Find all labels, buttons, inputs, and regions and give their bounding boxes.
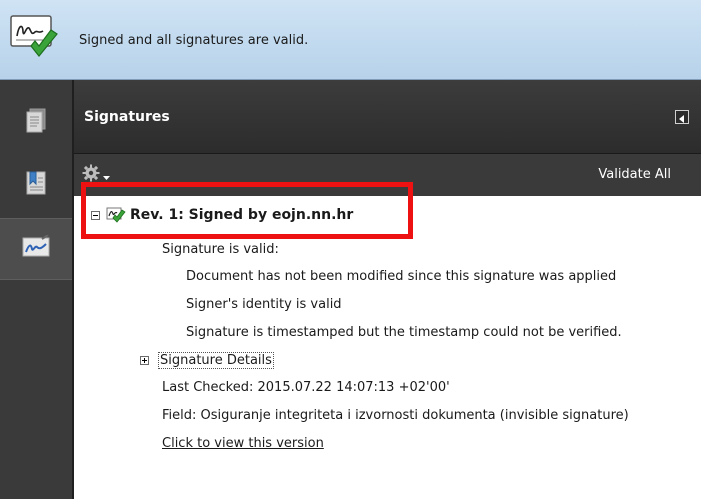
collapse-panel-button[interactable]	[675, 110, 689, 124]
signature-details-label[interactable]: Signature Details	[158, 352, 274, 369]
valid-signature-icon	[106, 206, 126, 224]
signature-pen-icon	[22, 234, 50, 263]
options-menu-button[interactable]	[82, 164, 122, 186]
panel-title: Signatures	[84, 109, 170, 125]
signature-detail-item: Document has not been modified since thi…	[186, 269, 617, 284]
signature-revision-row[interactable]: Rev. 1: Signed by eojn.nn.hr	[91, 205, 353, 225]
signatures-toolbar: Validate All	[74, 154, 701, 196]
validate-all-button[interactable]: Validate All	[598, 167, 671, 182]
signature-detail-item: Signature is timestamped but the timesta…	[186, 325, 622, 340]
signature-status-banner: Signed and all signatures are valid.	[0, 0, 701, 80]
pages-icon	[25, 108, 47, 138]
signature-status: Signature is valid:	[162, 242, 279, 257]
signature-tree: Rev. 1: Signed by eojn.nn.hr Signature i…	[74, 196, 701, 499]
signature-detail-item: Signer's identity is valid	[186, 297, 342, 312]
navigation-pane	[0, 80, 73, 499]
signature-details-row[interactable]: Signature Details	[140, 352, 274, 369]
panel-header: Signatures	[74, 80, 701, 154]
signature-status-message: Signed and all signatures are valid.	[79, 33, 309, 48]
expand-toggle-icon[interactable]	[140, 356, 149, 365]
view-version-link[interactable]: Click to view this version	[162, 436, 324, 451]
bookmarks-icon	[24, 170, 48, 200]
signature-field-text: Field: Osiguranje integriteta i izvornos…	[162, 408, 629, 423]
nav-signatures-button[interactable]	[0, 218, 73, 280]
nav-pages-button[interactable]	[0, 92, 72, 154]
collapse-toggle-icon[interactable]	[91, 210, 100, 220]
nav-bookmarks-button[interactable]	[0, 154, 72, 216]
chevron-down-icon	[103, 166, 110, 185]
signature-valid-icon	[9, 14, 61, 64]
signature-revision-title: Rev. 1: Signed by eojn.nn.hr	[130, 207, 354, 223]
gear-icon	[82, 164, 100, 186]
signatures-panel: Signatures Validate All Rev. 1: Signed b…	[74, 80, 701, 499]
last-checked-text: Last Checked: 2015.07.22 14:07:13 +02'00…	[162, 380, 450, 395]
triangle-left-icon	[679, 108, 685, 127]
